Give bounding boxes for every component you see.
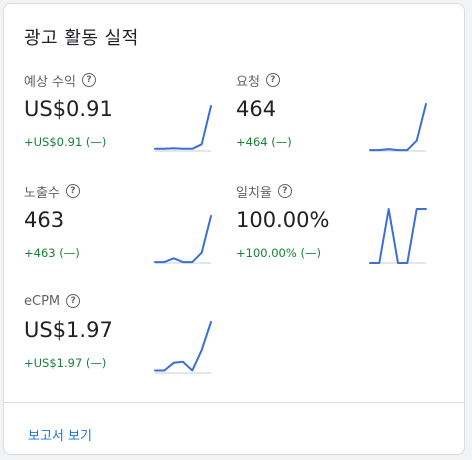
sparkline-impressions — [154, 215, 212, 264]
ad-performance-card: 광고 활동 실적 예상 수익 ? US$0.91 +US$0.91 (—) 요청… — [3, 3, 465, 455]
help-icon[interactable]: ? — [66, 294, 81, 308]
help-icon[interactable]: ? — [277, 184, 292, 198]
metric-label: 일치율 — [236, 185, 272, 201]
sparkline-requests — [369, 103, 427, 152]
sparkline-series — [369, 208, 427, 264]
metric-change: +US$1.97 (—) — [24, 356, 107, 370]
card-title: 광고 활동 실적 — [24, 28, 139, 49]
sparkline-series — [154, 321, 212, 372]
help-icon[interactable]: ? — [265, 73, 280, 87]
metric-value: US$1.97 — [24, 318, 113, 342]
footer-divider — [4, 402, 464, 403]
view-report-link[interactable]: 보고서 보기 — [28, 425, 92, 444]
sparkline-estimated-earnings — [154, 105, 212, 152]
metric-change: +100.00% (—) — [236, 246, 321, 260]
metric-value: US$0.91 — [24, 97, 113, 121]
metric-label: 예상 수익 — [24, 74, 76, 90]
sparkline-series — [369, 103, 427, 152]
metric-change: +463 (—) — [24, 246, 80, 260]
metric-label: eCPM — [24, 293, 61, 309]
sparkline-series — [154, 105, 212, 150]
metric-label: 노출수 — [24, 185, 60, 201]
sparkline-ecpm — [154, 321, 212, 374]
metric-change: +464 (—) — [236, 135, 292, 149]
sparkline-series — [154, 215, 212, 264]
metric-change: +US$0.91 (—) — [24, 135, 107, 149]
help-icon[interactable]: ? — [81, 73, 96, 87]
metric-value: 464 — [236, 97, 277, 121]
metric-label: 요청 — [236, 74, 260, 90]
help-icon[interactable]: ? — [65, 184, 80, 198]
metric-value: 100.00% — [236, 208, 330, 232]
metric-value: 463 — [24, 208, 65, 232]
sparkline-match-rate — [369, 208, 427, 264]
